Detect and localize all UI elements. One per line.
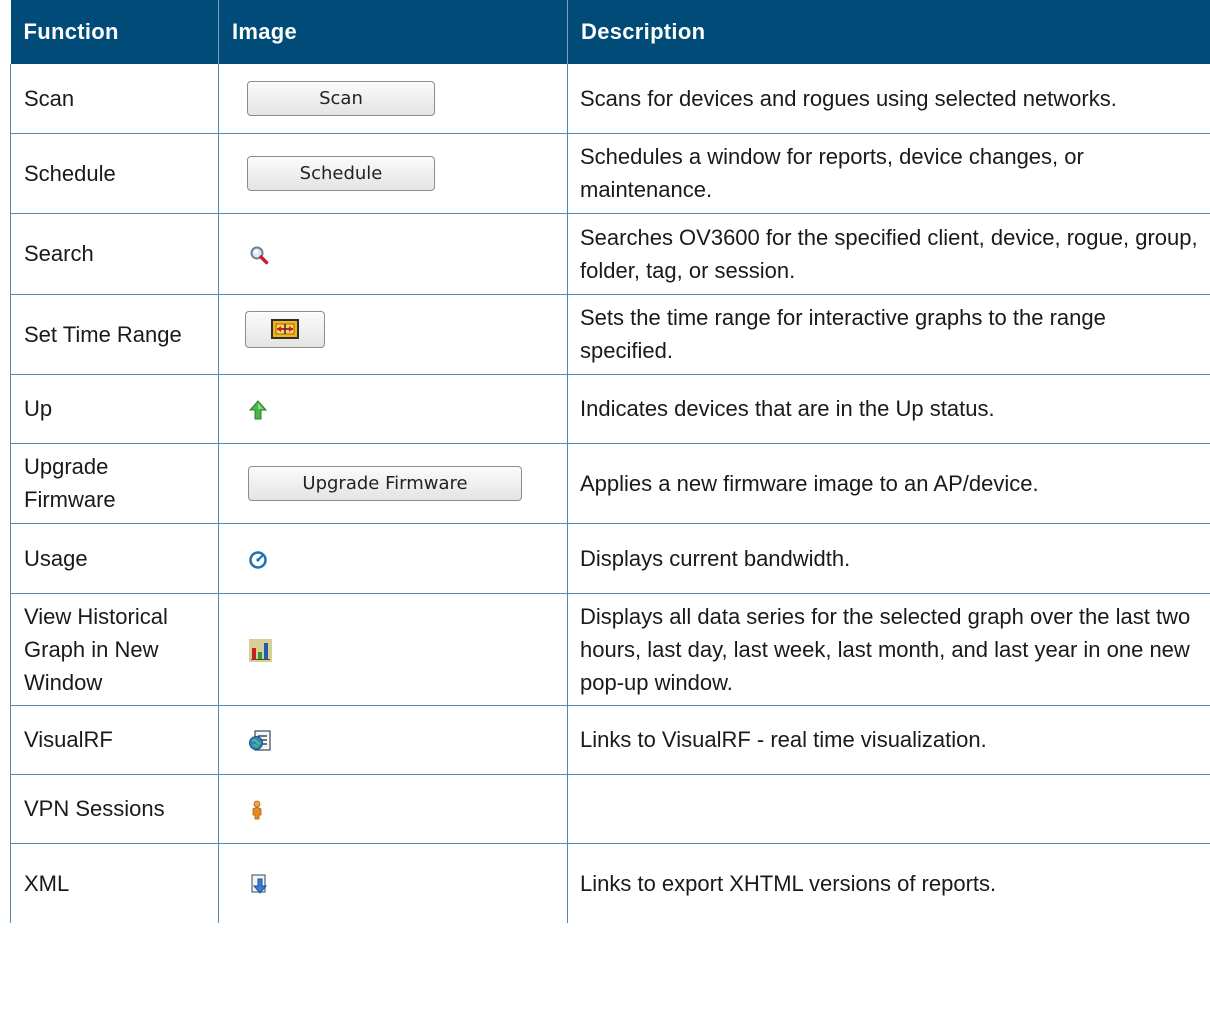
description-cell: Links to export XHTML versions of report… [567, 843, 1210, 923]
set-time-range-button[interactable] [245, 311, 325, 348]
function-table: Function Image Description Scan Scan Sca… [10, 0, 1210, 923]
schedule-button[interactable]: Schedule [247, 156, 435, 191]
image-cell: Upgrade Firmware [218, 443, 568, 524]
table-row: XML Links to export XHTML versions of re… [10, 843, 1210, 923]
description-cell: Schedules a window for reports, device c… [567, 133, 1210, 214]
image-cell: Scan [218, 64, 568, 134]
bar-chart-icon[interactable] [249, 639, 272, 663]
table-row: Schedule Schedule Schedules a window for… [10, 133, 1210, 214]
description-cell: Sets the time range for interactive grap… [567, 294, 1210, 375]
header-image: Image [218, 0, 568, 64]
function-cell: VisualRF [10, 705, 219, 775]
gauge-icon[interactable] [249, 550, 267, 569]
image-cell [218, 374, 568, 444]
table-row: Up Indicates devices that are in the Up … [10, 374, 1210, 444]
description-cell: Applies a new firmware image to an AP/de… [567, 443, 1210, 524]
description-cell [567, 774, 1210, 844]
function-cell: Up [10, 374, 219, 444]
export-icon[interactable] [249, 874, 269, 896]
function-table-page: Function Image Description Scan Scan Sca… [10, 0, 1210, 923]
description-cell: Searches OV3600 for the specified client… [567, 213, 1210, 295]
function-cell: VPN Sessions [10, 774, 219, 844]
table-row: View Historical Graph in New Window Disp… [10, 593, 1210, 706]
table-row: Set Time Range Sets the time range for i… [10, 294, 1210, 375]
image-cell [218, 774, 568, 844]
description-cell: Links to VisualRF - real time visualizat… [567, 705, 1210, 775]
table-row: VisualRF Links to VisualRF - real time v… [10, 705, 1210, 775]
description-cell: Scans for devices and rogues using selec… [567, 64, 1210, 134]
header-function: Function [10, 0, 219, 64]
table-row: VPN Sessions [10, 774, 1210, 844]
table-row: Scan Scan Scans for devices and rogues u… [10, 64, 1210, 134]
image-cell [218, 294, 568, 375]
green-up-arrow-icon [249, 400, 267, 420]
description-cell: Indicates devices that are in the Up sta… [567, 374, 1210, 444]
scan-button[interactable]: Scan [247, 81, 435, 117]
table-row: Search Searches OV3600 for the specified… [10, 213, 1210, 295]
function-cell: Set Time Range [10, 294, 219, 375]
function-cell: Search [10, 213, 219, 295]
image-cell [218, 593, 568, 706]
function-cell: Usage [10, 523, 219, 594]
function-cell: Scan [10, 64, 219, 134]
image-cell [218, 523, 568, 594]
image-cell [218, 843, 568, 923]
person-icon [251, 800, 263, 820]
description-cell: Displays current bandwidth. [567, 523, 1210, 594]
visualrf-icon[interactable] [249, 730, 271, 752]
function-cell: Upgrade Firmware [10, 443, 219, 524]
image-cell [218, 705, 568, 775]
description-cell: Displays all data series for the selecte… [567, 593, 1210, 706]
table-row: Upgrade Firmware Upgrade Firmware Applie… [10, 443, 1210, 524]
image-cell: Schedule [218, 133, 568, 214]
magnifier-icon[interactable] [249, 245, 269, 265]
upgrade-firmware-button[interactable]: Upgrade Firmware [248, 466, 522, 501]
time-range-icon [271, 319, 299, 339]
function-cell: View Historical Graph in New Window [10, 593, 219, 706]
image-cell [218, 213, 568, 295]
function-cell: XML [10, 843, 219, 923]
table-row: Usage Displays current bandwidth. [10, 523, 1210, 594]
function-cell: Schedule [10, 133, 219, 214]
table-header-row: Function Image Description [10, 0, 1210, 64]
header-description: Description [567, 0, 1210, 64]
